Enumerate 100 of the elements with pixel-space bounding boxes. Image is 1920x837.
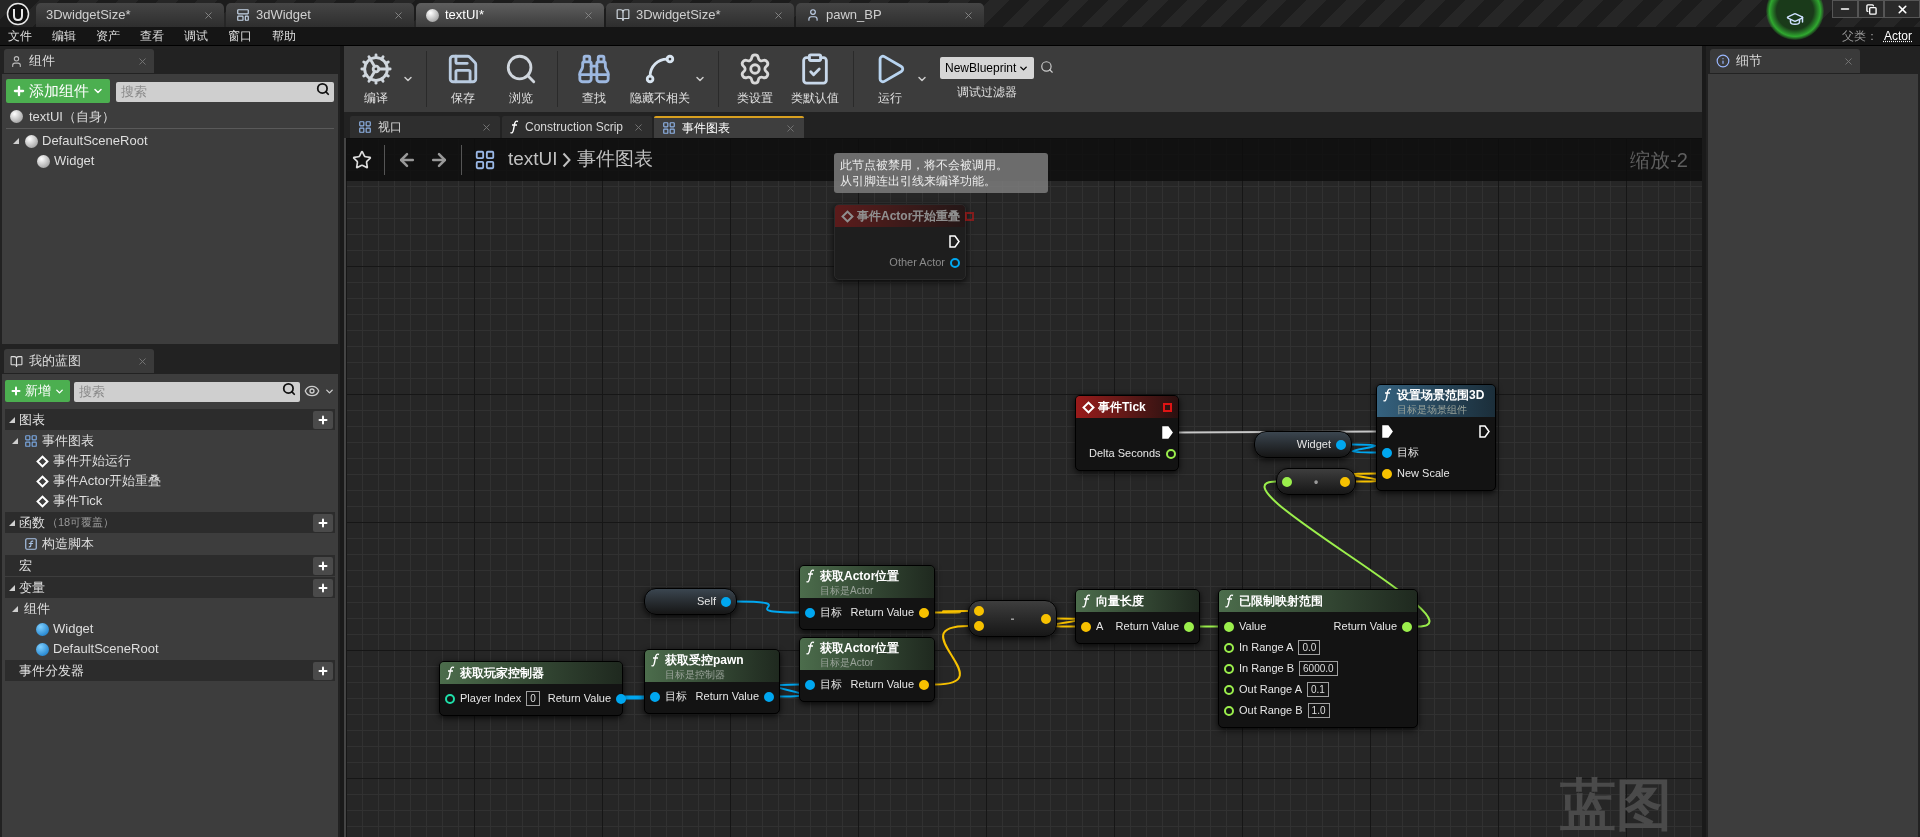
graph-tab[interactable]: Construction Scrip: [502, 116, 652, 138]
tree-item[interactable]: 事件图表: [5, 431, 335, 451]
graph-node[interactable]: 已限制映射范围 Value Return Value In Range A 0.0 In Range B 6000.0 Out Range A 0.1 Out Range B 1.0: [1218, 589, 1418, 728]
panel-tab[interactable]: 我的蓝图: [4, 349, 154, 373]
node-title: 向量长度: [1096, 595, 1144, 607]
pin-value-field[interactable]: 1.0: [1307, 703, 1330, 718]
section-header[interactable]: 变量: [5, 577, 335, 598]
node-title: 事件Actor开始重叠: [857, 210, 961, 222]
pin-label: 目标: [820, 605, 842, 621]
node-title: 已限制映射范围: [1239, 595, 1323, 607]
comment-bubble: 此节点被禁用，将不会被调用。 从引脚连出引线来编译功能。: [834, 153, 1048, 193]
pin-label: Return Value: [695, 689, 759, 705]
pin-label: Return Value: [850, 677, 914, 693]
operator-symbol: •: [1313, 473, 1319, 491]
panel-tab[interactable]: 组件: [4, 49, 154, 73]
pin-label: Other Actor: [889, 255, 945, 271]
menu-item[interactable]: 窗口: [228, 27, 252, 45]
graph-node[interactable]: 获取Actor位置 目标是Actor 目标 Return Value: [799, 637, 935, 702]
node-title: 获取受控pawn: [665, 653, 744, 666]
graph-node[interactable]: 获取受控pawn 目标是控制器 目标 Return Value: [644, 649, 780, 714]
pin-label: Self: [697, 594, 716, 610]
document-tab[interactable]: 3DwidgetSize*: [606, 3, 794, 27]
toolbar-button[interactable]: 类设置: [727, 51, 783, 107]
parent-class-link[interactable]: Actor: [1884, 27, 1912, 45]
document-tab[interactable]: 3DwidgetSize*: [36, 3, 224, 27]
section-header[interactable]: 函数（18可覆盖）: [5, 512, 335, 533]
pin-value-field[interactable]: 0: [526, 691, 540, 706]
pin-label: Widget: [1296, 437, 1331, 453]
tree-item[interactable]: Widget: [5, 619, 335, 639]
graph-node[interactable]: 事件Tick Delta Seconds: [1075, 395, 1179, 471]
document-tab[interactable]: textUI*: [416, 3, 604, 27]
tree-item[interactable]: 事件开始运行: [5, 451, 335, 471]
pin-value-field[interactable]: 0.1: [1307, 682, 1329, 697]
node-title: 事件Tick: [1098, 401, 1146, 413]
tree-item[interactable]: 事件Actor开始重叠: [5, 471, 335, 491]
graph-node[interactable]: 获取玩家控制器 Player Index 0 Return Value: [439, 661, 623, 716]
operator-node[interactable]: •: [1276, 468, 1356, 495]
section-title: 图表: [19, 410, 45, 429]
operator-node[interactable]: -: [968, 600, 1057, 637]
toolbar-button[interactable]: 编译: [348, 51, 404, 107]
debug-filter-label: 调试过滤器: [957, 84, 1018, 101]
node-title: 设置场景范围3D: [1397, 388, 1485, 401]
toolbar-button[interactable]: 运行: [862, 51, 918, 107]
tree-item[interactable]: DefaultSceneRoot: [6, 131, 334, 151]
tree-item[interactable]: 组件: [5, 599, 335, 619]
pin-value-field[interactable]: 6000.0: [1299, 661, 1338, 676]
search-field[interactable]: 搜索: [74, 381, 300, 402]
toolbar-button[interactable]: 保存: [435, 51, 491, 107]
pin-value-field[interactable]: 0.0: [1298, 640, 1321, 655]
node-subtitle: 目标是控制器: [664, 669, 726, 680]
node-title: 获取Actor位置: [820, 569, 900, 582]
section-title: 宏: [19, 556, 32, 575]
section-note: （18可覆盖）: [47, 515, 115, 531]
panel-tab[interactable]: 细节: [1710, 49, 1860, 73]
breadcrumb-graph: 事件图表: [576, 147, 653, 172]
tree-item[interactable]: 事件Tick: [5, 491, 335, 511]
menu-item[interactable]: 文件: [8, 27, 32, 45]
pin-label: A: [1096, 619, 1104, 635]
variable-node[interactable]: Widget: [1254, 431, 1352, 458]
section-title: 函数: [19, 513, 45, 532]
document-tab[interactable]: pawn_BP: [796, 3, 984, 27]
pin-label: Return Value: [850, 605, 914, 621]
graph-tab[interactable]: 事件图表: [654, 116, 804, 138]
toolbar-button[interactable]: 查找: [566, 51, 622, 107]
debug-filter-dropdown[interactable]: NewBlueprint: [940, 57, 1035, 79]
search-field[interactable]: 搜索: [116, 81, 334, 102]
menu-item[interactable]: 帮助: [272, 27, 296, 45]
pin-label: In Range A: [1239, 640, 1294, 656]
zoom-level-label: 缩放-2: [1630, 147, 1688, 173]
section-header[interactable]: 宏: [5, 555, 335, 576]
menu-item[interactable]: 编辑: [52, 27, 76, 45]
pin-label: New Scale: [1397, 466, 1450, 482]
pin-label: Return Value: [1115, 619, 1179, 635]
self-item[interactable]: textUI（自身）: [29, 106, 115, 127]
tree-item[interactable]: 构造脚本: [5, 534, 335, 554]
section-title: 事件分发器: [19, 661, 84, 680]
pin-label: Return Value: [1333, 619, 1397, 635]
menu-item[interactable]: 调试: [184, 27, 208, 45]
pin-label: Value: [1239, 619, 1267, 635]
document-tab[interactable]: 3dWidget: [226, 3, 414, 27]
graph-node[interactable]: 向量长度 A Return Value: [1075, 589, 1200, 644]
graph-node[interactable]: 设置场景范围3D 目标是场景组件 目标 New Scale: [1376, 384, 1496, 491]
section-header[interactable]: 图表: [5, 409, 335, 430]
toolbar-button[interactable]: 隐藏不相关: [624, 51, 696, 107]
pin-label: Player Index: [460, 691, 522, 707]
tree-item[interactable]: Widget: [6, 151, 334, 171]
node-subtitle: 目标是Actor: [819, 585, 875, 596]
node-title: 获取玩家控制器: [460, 667, 544, 679]
toolbar-button[interactable]: 类默认值: [785, 51, 845, 107]
variable-node[interactable]: Self: [644, 588, 737, 615]
toolbar-button[interactable]: 浏览: [493, 51, 549, 107]
tree-item[interactable]: DefaultSceneRoot: [5, 639, 335, 659]
graph-tab[interactable]: 视口: [350, 116, 500, 138]
breadcrumb-blueprint[interactable]: textUI: [508, 145, 558, 174]
menu-item[interactable]: 资产: [96, 27, 120, 45]
menu-item[interactable]: 查看: [140, 27, 164, 45]
section-title: 变量: [19, 578, 45, 597]
pin-label: 目标: [820, 677, 842, 693]
graph-node[interactable]: 获取Actor位置 目标是Actor 目标 Return Value: [799, 565, 935, 630]
section-header[interactable]: 事件分发器: [5, 660, 335, 681]
